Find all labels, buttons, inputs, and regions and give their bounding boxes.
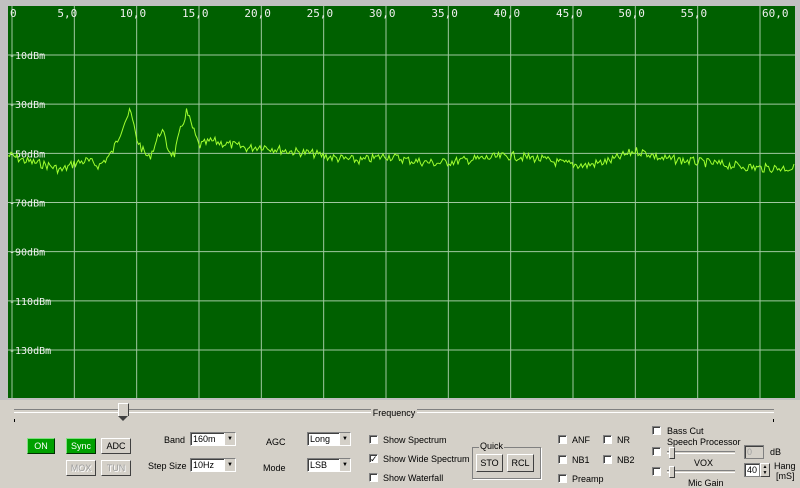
nb2-checkbox[interactable] <box>603 455 612 464</box>
check-mark-icon: ✓ <box>370 454 378 464</box>
nr-checkbox[interactable] <box>603 435 612 444</box>
chevron-down-icon: ▼ <box>224 459 235 471</box>
spectrum-chart: 0 5,0 10,0 15,0 20,0 25,0 30,0 35,0 40,0 45,0 50,0… <box>7 6 795 398</box>
band-select[interactable]: 160m ▼ <box>190 432 236 446</box>
x-tick-label: 10,0 <box>120 7 146 20</box>
nr-label: NR <box>617 435 630 445</box>
show-waterfall-label: Show Waterfall <box>383 473 444 483</box>
show-wide-spectrum-label: Show Wide Spectrum <box>383 454 470 464</box>
chevron-down-icon: ▼ <box>224 433 235 445</box>
vox-slider-track <box>667 470 735 473</box>
vox-slider-thumb[interactable] <box>669 466 675 478</box>
y-tick-label: -70dBm <box>9 199 45 210</box>
quick-label: Quick <box>479 441 505 451</box>
show-wide-spectrum-checkbox[interactable]: ✓ <box>369 454 378 464</box>
sto-button[interactable]: STO <box>476 454 503 472</box>
mode-value: LSB <box>310 460 328 470</box>
x-tick-label: 30,0 <box>369 7 396 20</box>
x-tick-label: 45,0 <box>556 7 583 20</box>
hang-field[interactable]: 40 <box>744 463 760 477</box>
mic-gain-label: Mic Gain <box>688 478 724 488</box>
hang-unit-label: [mS] <box>776 471 795 481</box>
x-tick-label: 35,0 <box>431 7 458 20</box>
tun-button[interactable]: TUN <box>101 460 131 476</box>
x-tick-label: 0 <box>10 7 17 20</box>
frequency-slider-ticks <box>14 419 774 422</box>
speech-processor-db-field[interactable]: 0 <box>744 445 764 459</box>
x-tick-label: 50,0 <box>618 7 645 20</box>
step-size-value: 10Hz <box>193 460 215 470</box>
y-tick-label: -10dBm <box>9 51 45 62</box>
x-tick-label: 15,0 <box>182 7 209 20</box>
nb1-label: NB1 <box>572 455 590 465</box>
bass-cut-label: Bass Cut <box>667 426 704 436</box>
step-size-select[interactable]: 10Hz ▼ <box>190 458 236 472</box>
spectrum-display[interactable]: 0 5,0 10,0 15,0 20,0 25,0 30,0 35,0 40,0 45,0 50,0… <box>0 0 800 400</box>
on-button[interactable]: ON <box>27 438 55 454</box>
bass-cut-checkbox[interactable] <box>652 426 661 435</box>
speech-processor-slider[interactable] <box>667 447 735 459</box>
mox-button[interactable]: MOX <box>66 460 96 476</box>
rcl-button[interactable]: RCL <box>507 454 534 472</box>
band-select-value: 160m <box>193 434 216 444</box>
speech-processor-slider-thumb[interactable] <box>669 447 675 459</box>
band-label: Band <box>164 435 186 445</box>
preamp-label: Preamp <box>572 474 604 484</box>
anf-checkbox[interactable] <box>558 435 567 444</box>
chevron-down-icon: ▼ <box>339 459 350 471</box>
db-unit-label: dB <box>770 447 782 457</box>
x-tick-label: 20,0 <box>244 7 270 20</box>
speech-processor-checkbox[interactable] <box>652 447 661 456</box>
y-tick-label: -90dBm <box>9 248 45 259</box>
show-spectrum-label: Show Spectrum <box>383 435 447 445</box>
show-waterfall-checkbox[interactable] <box>369 473 378 482</box>
x-tick-label: 40,0 <box>494 7 520 20</box>
vox-checkbox[interactable] <box>652 467 661 476</box>
agc-label: AGC <box>266 437 286 447</box>
frequency-slider-thumb[interactable] <box>118 403 129 421</box>
spin-down-icon: ▼ <box>762 470 768 476</box>
frequency-slider[interactable]: Frequency <box>6 403 782 425</box>
hang-spinner[interactable]: ▲ ▼ <box>760 463 770 477</box>
vox-slider[interactable] <box>667 466 735 478</box>
x-tick-label: 25,0 <box>307 7 334 20</box>
mode-select[interactable]: LSB ▼ <box>307 458 351 472</box>
step-size-label: Step Size <box>148 461 187 471</box>
chevron-down-icon: ▼ <box>339 433 350 445</box>
y-tick-label: -110dBm <box>9 297 51 308</box>
x-tick-label: 5,0 <box>57 7 77 20</box>
agc-value: Long <box>310 434 331 444</box>
x-tick-label: 55,0 <box>681 7 708 20</box>
show-spectrum-checkbox[interactable] <box>369 435 378 444</box>
y-tick-label: -130dBm <box>9 346 51 357</box>
preamp-checkbox[interactable] <box>558 474 567 483</box>
agc-select[interactable]: Long ▼ <box>307 432 351 446</box>
nb1-checkbox[interactable] <box>558 455 567 464</box>
x-tick-label: 60,0 <box>762 7 789 20</box>
nb2-label: NB2 <box>617 455 635 465</box>
mode-label: Mode <box>263 463 286 473</box>
y-tick-label: -30dBm <box>9 100 45 111</box>
hang-label: Hang <box>774 461 796 471</box>
anf-label: ANF <box>572 435 590 445</box>
adc-button[interactable]: ADC <box>101 438 131 454</box>
speech-processor-label: Speech Processor <box>667 437 741 447</box>
sync-button[interactable]: Sync <box>66 438 96 454</box>
speech-processor-slider-track <box>667 451 735 454</box>
